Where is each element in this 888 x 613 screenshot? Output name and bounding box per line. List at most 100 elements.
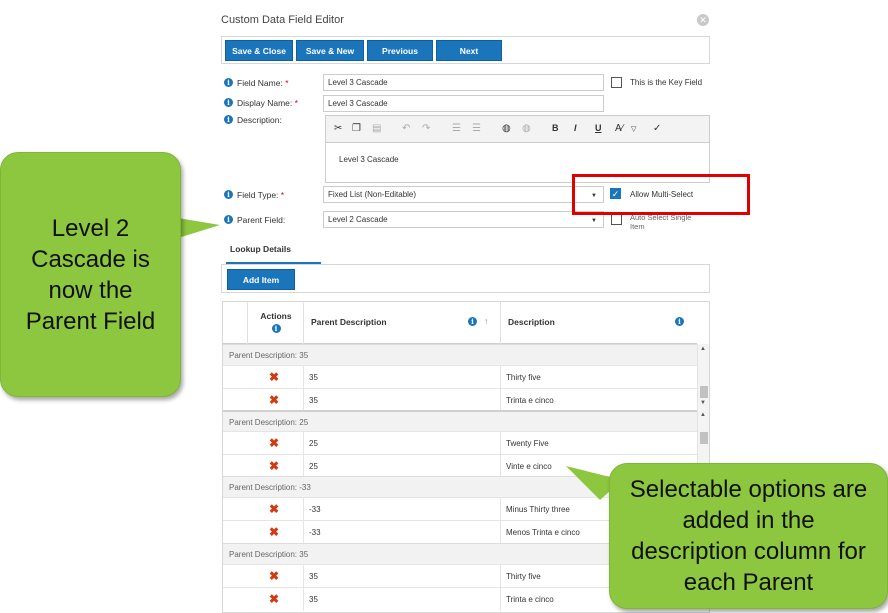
grid-header: Actions i Parent Description i ↑ Descrip… [223, 302, 697, 344]
copy-icon[interactable]: ❐ [352, 123, 361, 134]
description-header-label: Description [508, 317, 555, 327]
description-cell: Twenty Five [506, 439, 549, 448]
column-divider [247, 302, 248, 344]
field-name-label: Field Name: * [237, 78, 289, 88]
chevron-down-icon[interactable]: ▼ [591, 216, 597, 226]
info-icon[interactable]: i [224, 215, 233, 224]
close-icon[interactable]: ✕ [697, 14, 709, 26]
redo-icon[interactable]: ↷ [422, 123, 430, 134]
spellcheck-icon[interactable]: ✓ [653, 123, 661, 134]
link-icon[interactable]: ◍ [502, 123, 511, 134]
delete-icon[interactable]: ✖ [269, 570, 279, 582]
parent-description-cell: 25 [309, 462, 318, 471]
dialog-toolbar: Save & Close Save & New Previous Next [221, 36, 710, 64]
parent-description-cell: 35 [309, 373, 318, 382]
actions-header-label: Actions [260, 311, 292, 321]
delete-icon[interactable]: ✖ [269, 371, 279, 383]
numbered-list-icon[interactable]: ☰ [452, 123, 461, 134]
scroll-thumb[interactable] [700, 386, 708, 398]
info-icon[interactable]: i [224, 78, 233, 87]
parent-field-value: Level 2 Cascade [328, 215, 388, 224]
delete-icon[interactable]: ✖ [269, 526, 279, 538]
field-type-label: Field Type: * [237, 190, 285, 200]
parent-description-cell: 25 [309, 439, 318, 448]
parent-description-cell: -33 [309, 505, 321, 514]
info-icon[interactable]: i [224, 115, 233, 124]
description-editor[interactable]: ✂ ❐ ▤ ↶ ↷ ☰ ☰ ◍ ◍ B I U A∕ ▽ ✓ Level 3 C… [325, 115, 710, 183]
info-icon[interactable]: i [468, 317, 477, 326]
text-color-icon[interactable]: A∕ [615, 123, 623, 134]
auto-select-checkbox[interactable] [611, 214, 622, 225]
bold-icon[interactable]: B [552, 123, 559, 133]
scroll-up-icon[interactable]: ▲ [700, 412, 706, 418]
description-cell: Trinta e cinco [506, 396, 554, 405]
delete-icon[interactable]: ✖ [269, 593, 279, 605]
info-icon[interactable]: i [224, 98, 233, 107]
parent-field-select[interactable]: Level 2 Cascade ▼ [323, 211, 604, 228]
scroll-thumb[interactable] [700, 432, 708, 444]
description-column-callout: Selectable options are added in the desc… [609, 463, 888, 609]
info-icon[interactable]: i [271, 324, 281, 333]
scroll-up-icon[interactable]: ▲ [700, 346, 706, 352]
description-column-header[interactable]: Description i [508, 302, 688, 344]
italic-icon[interactable]: I [574, 123, 577, 133]
group-header[interactable]: Parent Description: 35 [223, 344, 697, 365]
parent-field-label: Parent Field: [237, 215, 286, 225]
info-icon[interactable]: i [675, 317, 684, 326]
key-field-label: This is the Key Field [630, 78, 703, 87]
description-cell: Minus Thirty three [506, 505, 570, 514]
description-cell: Vinte e cinco [506, 462, 552, 471]
previous-button[interactable]: Previous [367, 40, 433, 61]
display-name-input[interactable]: Level 3 Cascade [323, 95, 604, 112]
group-header[interactable]: Parent Description: 25 [223, 410, 697, 431]
field-type-select[interactable]: Fixed List (Non-Editable) ▼ [323, 186, 604, 203]
scroll-down-icon[interactable]: ▼ [700, 400, 706, 406]
tab-lookup-details[interactable]: Lookup Details [230, 244, 291, 254]
delete-icon[interactable]: ✖ [269, 394, 279, 406]
chevron-down-icon[interactable]: ▽ [631, 125, 636, 133]
column-divider [303, 302, 304, 344]
description-cell: Trinta e cinco [506, 595, 554, 604]
parent-description-cell: -33 [309, 528, 321, 537]
column-divider [500, 302, 501, 344]
description-cell: Thirty five [506, 572, 541, 581]
parent-description-column-header[interactable]: Parent Description i ↑ [311, 302, 499, 344]
next-button[interactable]: Next [436, 40, 502, 61]
undo-icon[interactable]: ↶ [402, 123, 410, 134]
info-icon[interactable]: i [224, 190, 233, 199]
left-callout-pointer [178, 218, 220, 238]
group-scrollbar[interactable]: ▲ ▼ [697, 344, 709, 410]
unlink-icon[interactable]: ◍ [522, 123, 531, 134]
bullet-list-icon[interactable]: ☰ [472, 123, 481, 134]
table-row[interactable]: ✖ 35 Thirty five [223, 365, 697, 389]
delete-icon[interactable]: ✖ [269, 460, 279, 472]
editor-toolbar: ✂ ❐ ▤ ↶ ↷ ☰ ☰ ◍ ◍ B I U A∕ ▽ ✓ [326, 116, 709, 143]
table-row[interactable]: ✖ 35 Trinta e cinco [223, 388, 697, 412]
allow-multi-select-highlight [572, 174, 750, 215]
parent-description-cell: 35 [309, 396, 318, 405]
delete-icon[interactable]: ✖ [269, 437, 279, 449]
auto-select-label: Auto Select Single Item [630, 213, 692, 231]
save-new-button[interactable]: Save & New [296, 40, 364, 61]
description-cell: Thirty five [506, 373, 541, 382]
parent-description-cell: 35 [309, 572, 318, 581]
dialog-title: Custom Data Field Editor [221, 14, 344, 26]
key-field-checkbox[interactable] [611, 77, 622, 88]
description-label: Description: [237, 115, 282, 125]
lookup-toolbar: Add Item [221, 264, 710, 293]
description-text[interactable]: Level 3 Cascade [339, 155, 399, 164]
parent-description-header-label: Parent Description [311, 317, 387, 327]
field-type-value: Fixed List (Non-Editable) [328, 190, 417, 199]
display-name-label: Display Name: * [237, 98, 298, 108]
underline-icon[interactable]: U [595, 123, 602, 133]
table-row[interactable]: ✖ 25 Twenty Five [223, 431, 697, 455]
sort-ascending-icon[interactable]: ↑ [484, 316, 488, 326]
add-item-button[interactable]: Add Item [227, 269, 295, 290]
field-name-input[interactable]: Level 3 Cascade [323, 74, 604, 91]
save-close-button[interactable]: Save & Close [225, 40, 293, 61]
paste-icon[interactable]: ▤ [372, 123, 381, 134]
description-cell: Menos Trinta e cinco [506, 528, 580, 537]
delete-icon[interactable]: ✖ [269, 503, 279, 515]
actions-column-header: Actions i [249, 302, 303, 344]
cut-icon[interactable]: ✂ [334, 123, 342, 134]
